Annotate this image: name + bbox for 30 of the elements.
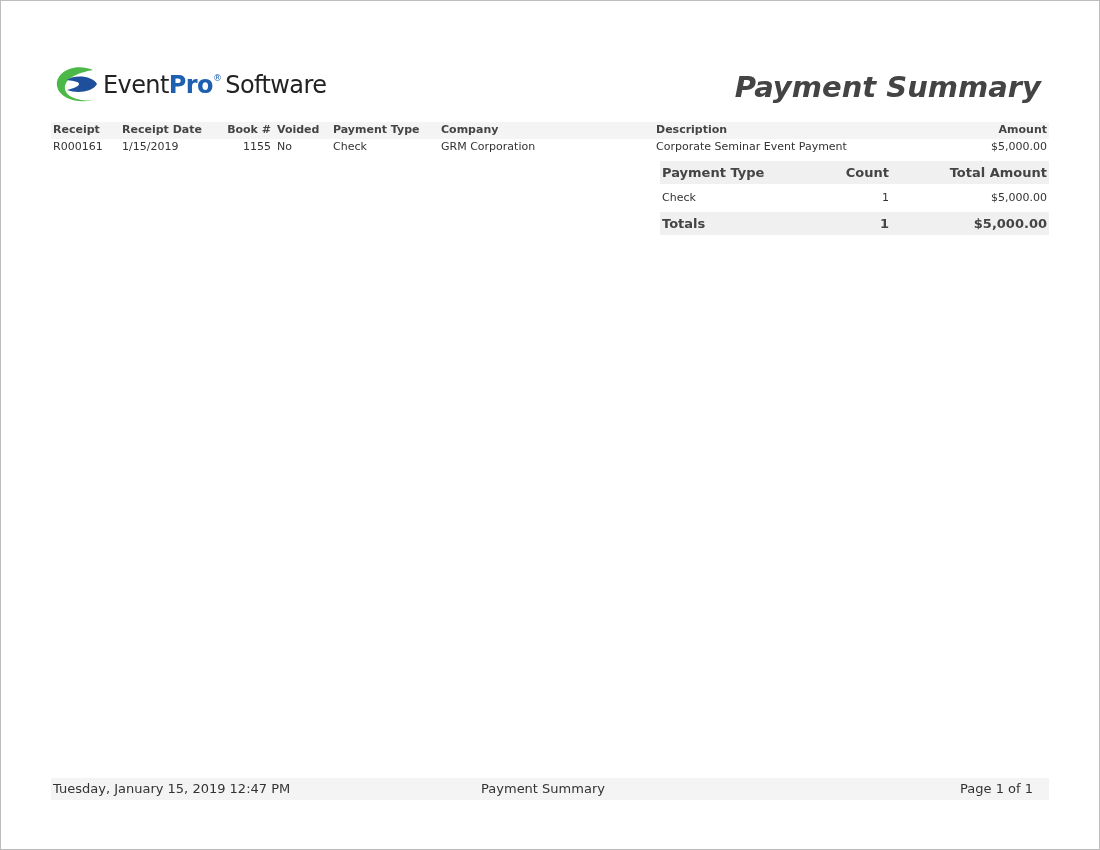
- column-header: Receipt Date: [122, 122, 203, 139]
- table-cell-text: R000161: [53, 139, 104, 156]
- table-cell-text: 1/15/2019: [122, 139, 180, 156]
- column-header: Voided: [276, 122, 321, 139]
- totals-cell-text: 1: [878, 214, 889, 233]
- table-cell-text: $5,000.00: [990, 189, 1047, 206]
- column-header: Company: [441, 122, 500, 139]
- column-header: Total Amount: [948, 163, 1047, 182]
- column-header: Payment Type: [333, 122, 421, 139]
- page-number: Page 1 of 1: [959, 780, 1033, 799]
- totals-cell-text: $5,000.00: [972, 214, 1047, 233]
- report-title: Payment Summary: [734, 69, 1041, 107]
- printed-date: Tuesday, January 15, 2019 12:47 PM: [53, 780, 292, 799]
- totals-cell-text: Totals: [662, 214, 707, 233]
- column-header: Book #: [226, 122, 271, 139]
- table-cell-text: Corporate Seminar Event Payment: [656, 139, 848, 156]
- column-header: Amount: [997, 122, 1047, 139]
- column-header: Count: [844, 163, 889, 182]
- logo-wordmark: EventPro® Software: [103, 73, 327, 97]
- table-cell-text: 1155: [242, 139, 271, 156]
- column-header: Description: [656, 122, 729, 139]
- table-cell-text: No: [276, 139, 293, 156]
- table-cell-text: $5,000.00: [990, 139, 1047, 156]
- table-cell-text: GRM Corporation: [441, 139, 537, 156]
- column-header: Receipt: [53, 122, 101, 139]
- table-cell-text: 1: [881, 189, 889, 206]
- footer-report-name: Payment Summary: [480, 780, 606, 799]
- table-cell-text: Check: [333, 139, 368, 156]
- table-cell-text: Check: [662, 189, 697, 206]
- column-header: Payment Type: [662, 163, 766, 182]
